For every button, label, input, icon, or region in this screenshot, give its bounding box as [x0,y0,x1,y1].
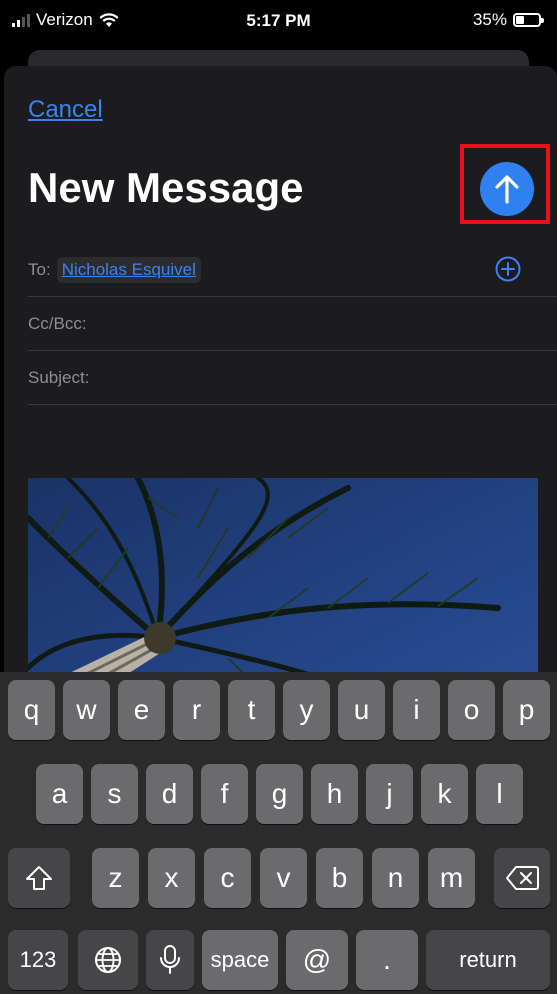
keyboard-row-1: qwertyuiop [0,680,557,740]
key-i[interactable]: i [393,680,440,740]
key-j[interactable]: j [366,764,413,824]
key-a[interactable]: a [36,764,83,824]
to-field[interactable]: To: Nicholas Esquivel [28,244,557,297]
cancel-button[interactable]: Cancel [28,96,103,124]
key-d[interactable]: d [146,764,193,824]
key-c[interactable]: c [204,848,251,908]
period-key[interactable]: . [356,930,418,990]
key-e[interactable]: e [118,680,165,740]
battery-percent: 35% [472,10,507,29]
delete-key[interactable] [494,848,550,908]
key-t[interactable]: t [228,680,275,740]
cc-bcc-label: Cc/Bcc: [28,314,87,333]
key-s[interactable]: s [91,764,138,824]
key-v[interactable]: v [260,848,307,908]
key-x[interactable]: x [148,848,195,908]
key-z[interactable]: z [92,848,139,908]
key-w[interactable]: w [63,680,110,740]
key-u[interactable]: u [338,680,385,740]
key-y[interactable]: y [283,680,330,740]
dictation-key[interactable] [146,930,194,990]
cc-bcc-field[interactable]: Cc/Bcc: [28,298,557,351]
key-p[interactable]: p [503,680,550,740]
battery-icon [513,13,544,27]
plus-circle-icon[interactable] [495,256,521,282]
keyboard-row-2: asdfghjkl [0,764,557,824]
status-bar: Verizon 5:17 PM 35% [0,0,557,44]
key-n[interactable]: n [372,848,419,908]
key-h[interactable]: h [311,764,358,824]
numbers-key[interactable]: 123 [8,930,68,990]
shift-icon [26,866,52,890]
send-button[interactable] [480,162,534,216]
at-key[interactable]: @ [286,930,348,990]
arrow-up-icon [495,175,519,204]
key-k[interactable]: k [421,764,468,824]
space-key[interactable]: space [202,930,278,990]
subject-label: Subject: [28,368,90,387]
to-label: To: [28,260,51,279]
battery-fill [516,16,524,24]
key-o[interactable]: o [448,680,495,740]
keyboard-row-4: 123 space @ . return [0,930,557,990]
subject-field[interactable]: Subject: [28,352,557,405]
key-f[interactable]: f [201,764,248,824]
recipient-chip[interactable]: Nicholas Esquivel [56,257,201,283]
key-g[interactable]: g [256,764,303,824]
globe-key[interactable] [78,930,138,990]
backspace-icon [506,866,539,890]
key-m[interactable]: m [428,848,475,908]
key-l[interactable]: l [476,764,523,824]
status-right: 35% [472,10,544,30]
key-r[interactable]: r [173,680,220,740]
key-b[interactable]: b [316,848,363,908]
shift-key[interactable] [8,848,70,908]
return-key[interactable]: return [426,930,550,990]
globe-icon [95,947,121,973]
microphone-icon [160,945,180,974]
key-q[interactable]: q [8,680,55,740]
page-title: New Message [28,164,304,211]
keyboard-row-3: zxcvbnm [0,848,557,908]
keyboard: qwertyuiop asdfghjkl zxcvbnm 123 space @… [0,672,557,994]
